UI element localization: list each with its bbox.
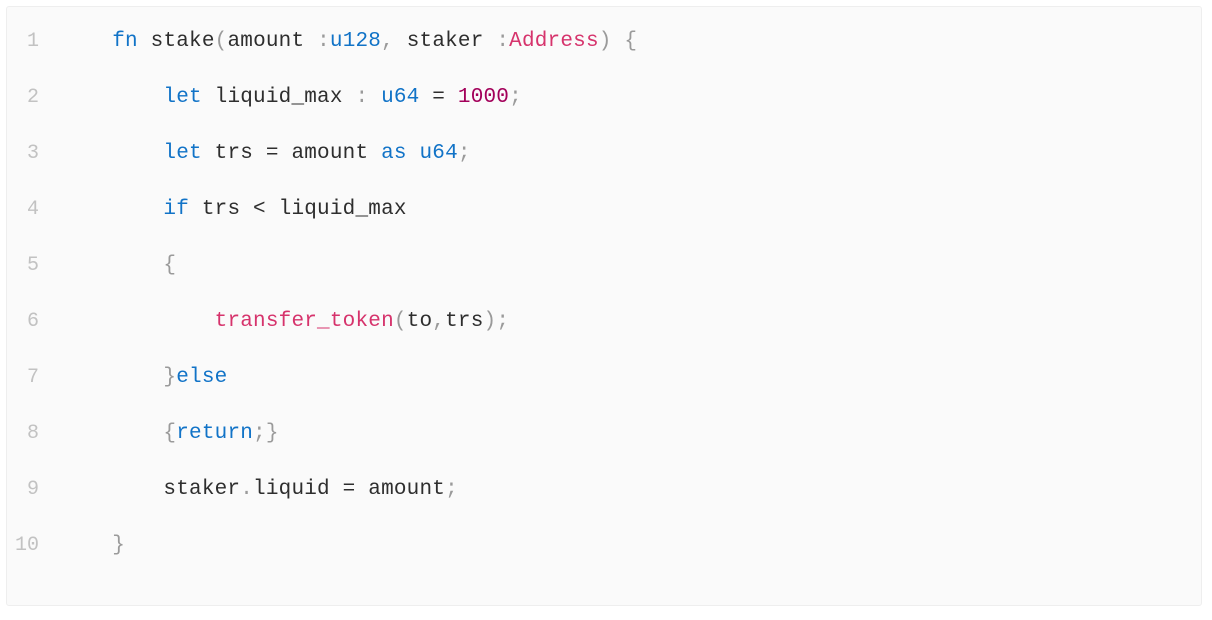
code-line: 1 fn stake(amount :u128, staker :Address… [7,27,1201,83]
line-number: 9 [7,476,61,504]
code-content: if trs < liquid_max [61,195,1201,224]
code-line: 3 let trs = amount as u64; [7,139,1201,195]
code-content: transfer_token(to,trs); [61,307,1201,336]
code-line: 2 let liquid_max : u64 = 1000; [7,83,1201,139]
line-number: 8 [7,420,61,448]
line-number: 5 [7,252,61,280]
code-content: staker.liquid = amount; [61,475,1201,504]
code-content: let trs = amount as u64; [61,139,1201,168]
code-content: } [61,531,1201,560]
code-line: 4 if trs < liquid_max [7,195,1201,251]
code-content: }else [61,363,1201,392]
line-number: 3 [7,140,61,168]
code-line: 7 }else [7,363,1201,419]
line-number: 6 [7,308,61,336]
code-content: { [61,251,1201,280]
line-number: 10 [7,532,61,560]
line-number: 1 [7,28,61,56]
code-line: 9 staker.liquid = amount; [7,475,1201,531]
line-number: 7 [7,364,61,392]
line-number: 2 [7,84,61,112]
code-block: 1 fn stake(amount :u128, staker :Address… [6,6,1202,606]
code-line: 6 transfer_token(to,trs); [7,307,1201,363]
code-line: 10 } [7,531,1201,587]
code-line: 5 { [7,251,1201,307]
code-content: fn stake(amount :u128, staker :Address) … [61,27,1201,56]
line-number: 4 [7,196,61,224]
code-content: {return;} [61,419,1201,448]
code-content: let liquid_max : u64 = 1000; [61,83,1201,112]
code-line: 8 {return;} [7,419,1201,475]
